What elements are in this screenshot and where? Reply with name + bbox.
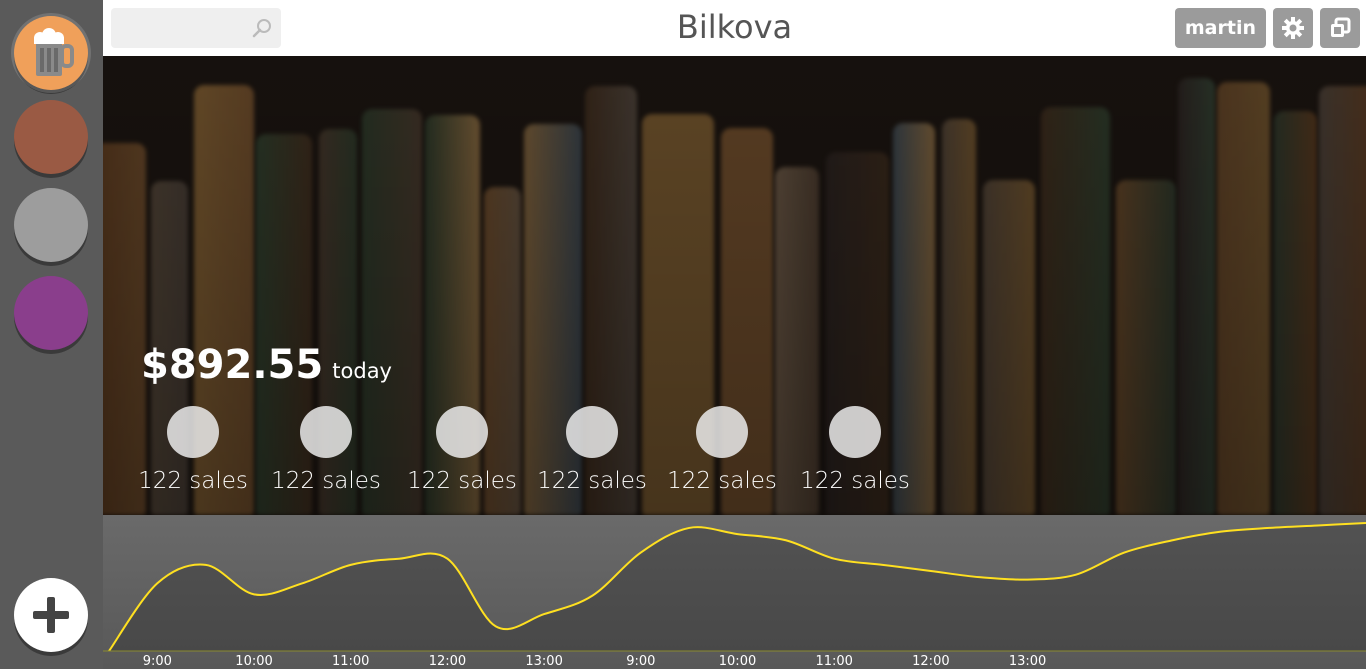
venue-beer-button[interactable] bbox=[14, 16, 88, 90]
hero-banner: $892.55 today 122 sales 122 sales 122 sa… bbox=[103, 56, 1366, 515]
stat-item[interactable]: 122 sales bbox=[261, 406, 391, 494]
chart-tick-label: 11:00 bbox=[815, 654, 852, 669]
stat-label: 122 sales bbox=[138, 468, 248, 494]
stat-item[interactable]: 122 sales bbox=[128, 406, 258, 494]
chart-tick-label: 9:00 bbox=[626, 654, 655, 669]
stat-item[interactable]: 122 sales bbox=[657, 406, 787, 494]
top-actions: martin bbox=[1174, 8, 1360, 48]
user-menu-button[interactable]: martin bbox=[1174, 8, 1266, 48]
venue-purple-button[interactable] bbox=[14, 276, 88, 350]
stat-label: 122 sales bbox=[537, 468, 647, 494]
plus-icon bbox=[33, 597, 69, 633]
venue-brown-button[interactable] bbox=[14, 100, 88, 174]
stat-dot bbox=[696, 406, 748, 458]
search-box bbox=[111, 8, 281, 48]
revenue-summary: $892.55 today bbox=[141, 342, 392, 388]
stat-dot bbox=[300, 406, 352, 458]
chart-tick-label: 11:00 bbox=[332, 654, 369, 669]
revenue-amount: $892.55 bbox=[141, 342, 324, 388]
stat-item[interactable]: 122 sales bbox=[397, 406, 527, 494]
stat-item[interactable]: 122 sales bbox=[527, 406, 657, 494]
search-icon[interactable] bbox=[251, 17, 273, 39]
beer-mug-icon bbox=[34, 28, 74, 76]
chart-tick-label: 12:00 bbox=[912, 654, 949, 669]
chart-tick-label: 10:00 bbox=[235, 654, 272, 669]
venue-sidebar bbox=[0, 0, 103, 669]
revenue-period: today bbox=[332, 359, 392, 383]
stat-label: 122 sales bbox=[271, 468, 381, 494]
chart-tick-label: 10:00 bbox=[719, 654, 756, 669]
add-venue-button[interactable] bbox=[14, 578, 88, 652]
stat-dot bbox=[566, 406, 618, 458]
chart-tick-label: 12:00 bbox=[429, 654, 466, 669]
top-bar: Bilkova martin bbox=[103, 0, 1366, 57]
chart-tick-label: 9:00 bbox=[143, 654, 172, 669]
window-toggle-button[interactable] bbox=[1320, 8, 1360, 48]
stat-dot bbox=[167, 406, 219, 458]
search-input[interactable] bbox=[119, 16, 253, 42]
stat-label: 122 sales bbox=[800, 468, 910, 494]
chart-tick-label: 13:00 bbox=[1009, 654, 1046, 669]
stat-label: 122 sales bbox=[407, 468, 517, 494]
stat-label: 122 sales bbox=[667, 468, 777, 494]
sales-line-chart: 9:00 10:00 11:00 12:00 13:00 9:00 10:00 11:00 12… bbox=[103, 522, 1366, 669]
gear-icon bbox=[1282, 17, 1304, 39]
app-root: Bilkova martin $892.55 today 122 sales 1… bbox=[0, 0, 1366, 669]
stat-dot bbox=[436, 406, 488, 458]
sales-chart: 9:00 10:00 11:00 12:00 13:00 9:00 10:00 11:00 12… bbox=[103, 515, 1366, 669]
chart-area bbox=[109, 523, 1366, 651]
settings-button[interactable] bbox=[1273, 8, 1313, 48]
stat-item[interactable]: 122 sales bbox=[790, 406, 920, 494]
venue-grey-button[interactable] bbox=[14, 188, 88, 262]
chart-tick-label: 13:00 bbox=[525, 654, 562, 669]
stat-dot bbox=[829, 406, 881, 458]
restore-window-icon bbox=[1331, 17, 1351, 37]
